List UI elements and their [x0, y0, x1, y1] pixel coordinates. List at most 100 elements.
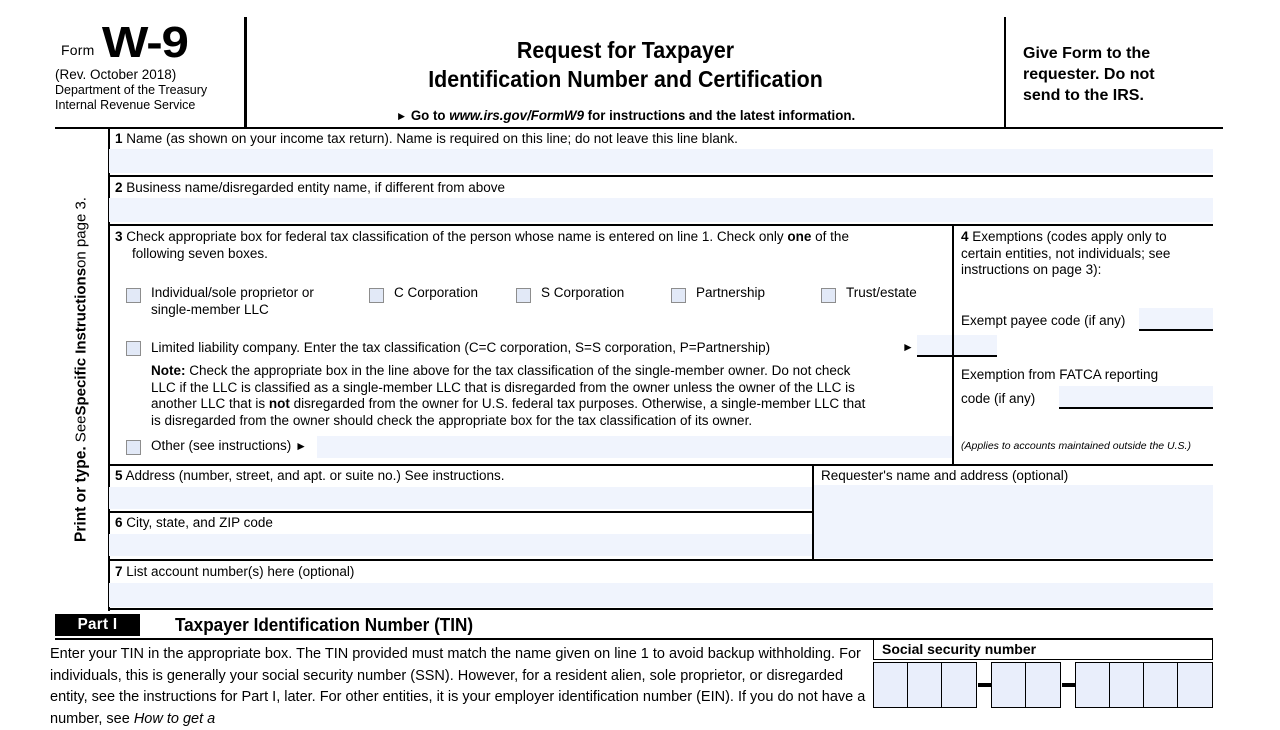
fatca-label-line2: code (if any) — [961, 391, 1036, 406]
checkbox-trust-estate-label: Trust/estate — [846, 285, 917, 300]
checkbox-other[interactable] — [126, 440, 141, 455]
line2-label-row: 2 Business name/disregarded entity name,… — [115, 180, 505, 195]
part1-badge: Part I — [55, 614, 140, 636]
line4-title-line1: Exemptions (codes apply only to — [972, 229, 1167, 244]
ssn-cell[interactable] — [1110, 663, 1144, 707]
line2-number: 2 — [115, 180, 123, 195]
form-fields-grid: 1 Name (as shown on your income tax retu… — [109, 127, 1213, 611]
department-line: Department of the Treasury Internal Reve… — [55, 83, 240, 112]
w9-form-page: Form W-9 (Rev. October 2018) Department … — [0, 0, 1280, 727]
ssn-separator-dash-1 — [977, 662, 991, 708]
ssn-cell[interactable] — [1144, 663, 1178, 707]
ssn-cells-row — [873, 662, 1213, 708]
form-number-title: W-9 — [102, 18, 189, 67]
checkbox-individual-label: Individual/sole proprietor or single-mem… — [151, 285, 351, 318]
checkbox-partnership[interactable] — [671, 288, 686, 303]
rule-after-line7 — [109, 608, 1213, 611]
checkbox-llc[interactable] — [126, 341, 141, 356]
line1-label: Name (as shown on your income tax return… — [126, 131, 738, 146]
llc-input-underline — [917, 355, 997, 357]
part1-paragraph-italic: How to get a — [133, 710, 216, 727]
irs-url-link[interactable]: www.irs.gov/FormW9 — [449, 107, 584, 123]
note-line3c: disregarded from the owner for U.S. fede… — [289, 396, 866, 411]
ssn-group-2[interactable] — [991, 662, 1061, 708]
rule-after-line1 — [109, 175, 1213, 177]
line1-name-input[interactable] — [109, 149, 1213, 173]
checkbox-s-corporation[interactable] — [516, 288, 531, 303]
give-notice-line2: requester. Do not — [1023, 66, 1155, 83]
print-or-type-sidebar: Print or type. See Specific Instructions… — [55, 127, 108, 611]
note-line2: LLC if the LLC is classified as a single… — [151, 379, 855, 395]
line7-number: 7 — [115, 564, 123, 579]
checkbox-trust-estate[interactable] — [821, 288, 836, 303]
checkbox-individual[interactable] — [126, 288, 141, 303]
line7-label: List account number(s) here (optional) — [126, 564, 355, 579]
note-line3-bold: not — [268, 396, 290, 411]
ssn-cell[interactable] — [1026, 663, 1060, 707]
fatca-footnote: (Applies to accounts maintained outside … — [961, 440, 1191, 452]
line6-label-row: 6 City, state, and ZIP code — [115, 515, 273, 530]
department-irs: Internal Revenue Service — [55, 97, 196, 112]
ssn-cell[interactable] — [908, 663, 942, 707]
form-body: Print or type. See Specific Instructions… — [55, 127, 1213, 611]
llc-label: Limited liability company. Enter the tax… — [151, 340, 771, 355]
ssn-cell[interactable] — [1076, 663, 1110, 707]
line2-business-name-input[interactable] — [109, 198, 1213, 222]
department-treasury: Department of the Treasury — [55, 83, 208, 97]
sidebar-page-ref: on page 3. — [72, 197, 90, 268]
form-title-line1: Request for Taxpayer — [516, 37, 734, 63]
ssn-group-1[interactable] — [873, 662, 977, 708]
line4-title-line2: certain entities, not individuals; see — [961, 245, 1171, 261]
ssn-cell[interactable] — [874, 663, 908, 707]
requester-label: Requester's name and address (optional) — [821, 468, 1069, 483]
other-label: Other (see instructions) ► — [151, 438, 307, 455]
ssn-cell[interactable] — [942, 663, 976, 707]
other-label-text: Other (see instructions) — [151, 438, 292, 453]
line3-instruction-part2: of the — [811, 229, 849, 244]
sidebar-print-or-type: Print or type. — [72, 446, 89, 542]
rule-after-line5 — [109, 511, 812, 513]
goto-url-line: ► Go to www.irs.gov/FormW9 for instructi… — [265, 107, 984, 123]
header-title-block: Request for Taxpayer Identification Numb… — [247, 17, 1004, 127]
rule-after-line2 — [109, 224, 1213, 226]
checkbox-s-corporation-label: S Corporation — [541, 285, 625, 300]
ssn-header: Social security number — [873, 638, 1213, 660]
line4-title: 4 Exemptions (codes apply only to certai… — [961, 229, 1211, 279]
line3-instruction-line2: following seven boxes. — [132, 245, 268, 261]
ssn-entry-box: Social security number — [873, 638, 1213, 708]
line3-instruction: 3 Check appropriate box for federal tax … — [115, 229, 945, 262]
header-form-identity: Form W-9 (Rev. October 2018) Department … — [55, 17, 244, 127]
goto-suffix: for instructions and the latest informat… — [587, 107, 855, 123]
llc-classification-input[interactable] — [917, 335, 997, 355]
checkbox-c-corporation[interactable] — [369, 288, 384, 303]
ssn-cell[interactable] — [992, 663, 1026, 707]
llc-right-arrow-icon: ► — [902, 340, 914, 354]
other-classification-input[interactable] — [317, 436, 952, 458]
line3-number: 3 — [115, 229, 123, 244]
line3-instruction-bold: one — [787, 229, 812, 244]
checkbox-individual-label-line1: Individual/sole proprietor or — [151, 285, 314, 300]
requester-address-input[interactable] — [814, 485, 1213, 558]
line6-label: City, state, and ZIP code — [126, 515, 273, 530]
checkbox-individual-label-line2: single-member LLC — [151, 301, 269, 317]
ssn-cell[interactable] — [1178, 663, 1212, 707]
line5-label: Address (number, street, and apt. or sui… — [125, 468, 505, 483]
ssn-separator-dash-2 — [1061, 662, 1075, 708]
exempt-payee-code-input[interactable] — [1139, 308, 1213, 329]
form-revision-date: (Rev. October 2018) — [55, 67, 177, 82]
note-line1: Check the appropriate box in the line ab… — [185, 363, 851, 378]
fatca-label-line1: Exemption from FATCA reporting — [961, 367, 1159, 382]
line6-city-state-zip-input[interactable] — [109, 534, 812, 556]
line1-label-row: 1 Name (as shown on your income tax retu… — [115, 131, 738, 146]
fatca-code-input[interactable] — [1059, 386, 1213, 407]
ssn-group-3[interactable] — [1075, 662, 1213, 708]
line4-number: 4 — [961, 229, 969, 244]
note-line3a: another LLC that is — [151, 396, 269, 411]
sidebar-specific-instructions: Specific Instructions — [72, 267, 90, 416]
note-line4: is disregarded from the owner should che… — [151, 412, 753, 428]
line7-account-numbers-input[interactable] — [109, 583, 1213, 607]
line5-address-input[interactable] — [109, 487, 812, 509]
note-bold-label: Note: — [151, 363, 186, 378]
line5-number: 5 — [115, 468, 123, 483]
give-notice-line3: send to the IRS. — [1023, 87, 1144, 104]
